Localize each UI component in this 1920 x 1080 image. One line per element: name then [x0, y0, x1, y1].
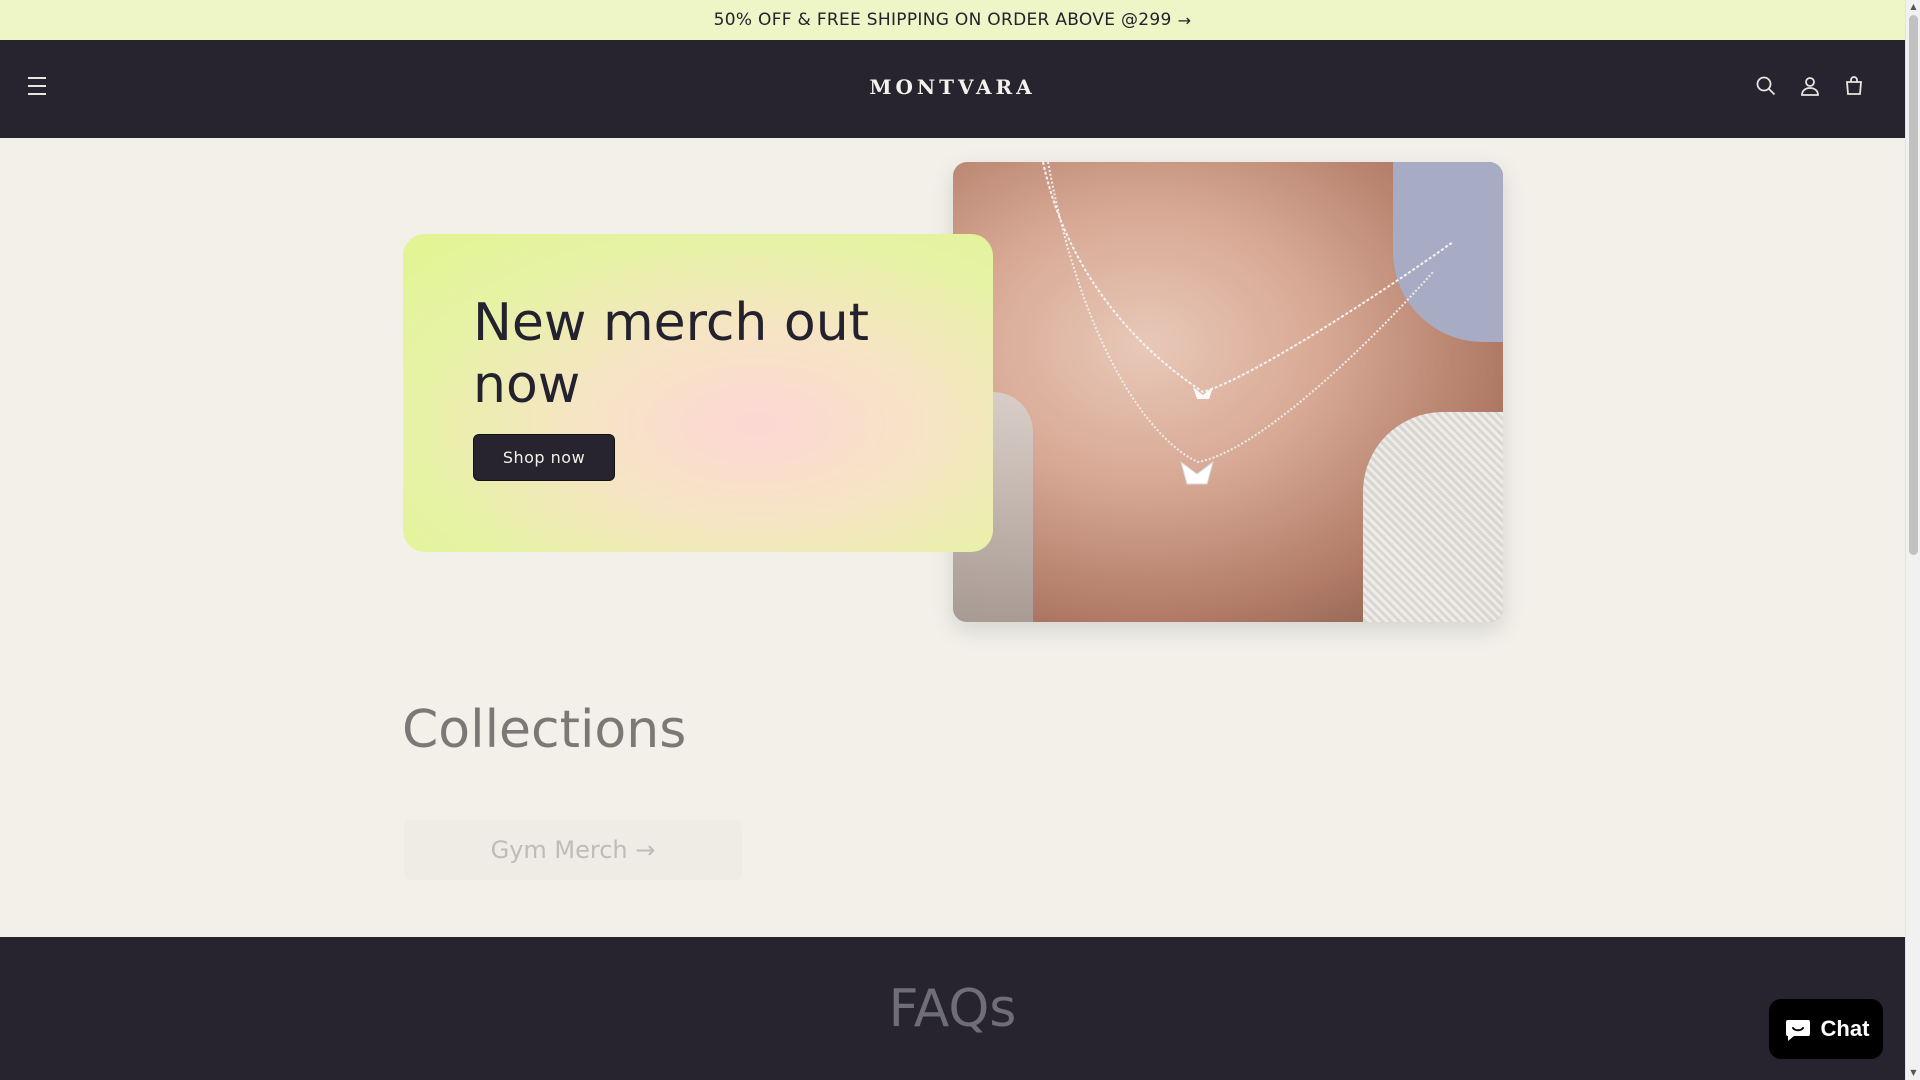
collections-title: Collections	[402, 700, 687, 760]
chat-button[interactable]: Chat	[1769, 999, 1883, 1059]
site-header: MONTVARA	[0, 40, 1905, 138]
search-icon[interactable]	[1754, 74, 1784, 104]
hero-section: New merch out now Shop now	[0, 138, 1905, 938]
announcement-bar[interactable]: 50% OFF & FREE SHIPPING ON ORDER ABOVE @…	[0, 0, 1905, 40]
faq-title: FAQs	[888, 979, 1017, 1039]
hero-title: New merch out now	[473, 293, 870, 415]
faq-section: FAQs	[0, 937, 1905, 1080]
site-logo[interactable]: MONTVARA	[0, 75, 1905, 99]
announcement-text: 50% OFF & FREE SHIPPING ON ORDER ABOVE @…	[713, 10, 1172, 30]
scrollbar-thumb[interactable]	[1909, 15, 1918, 555]
scroll-down-icon[interactable]: ▼	[1909, 1068, 1918, 1078]
necklace-image	[953, 162, 1503, 622]
scroll-up-icon[interactable]: ▲	[1909, 2, 1918, 12]
vertical-scrollbar[interactable]: ▲ ▼	[1905, 0, 1920, 1080]
arrow-right-icon: →	[1177, 10, 1192, 30]
chat-label: Chat	[1820, 1016, 1870, 1041]
account-icon[interactable]	[1798, 74, 1828, 104]
shop-now-button[interactable]: Shop now	[473, 434, 615, 481]
cart-icon[interactable]	[1842, 74, 1872, 104]
hero-card: New merch out now Shop now	[403, 234, 993, 552]
chat-bubble-icon	[1785, 1020, 1810, 1041]
collection-gym-merch[interactable]: Gym Merch →	[404, 820, 742, 880]
